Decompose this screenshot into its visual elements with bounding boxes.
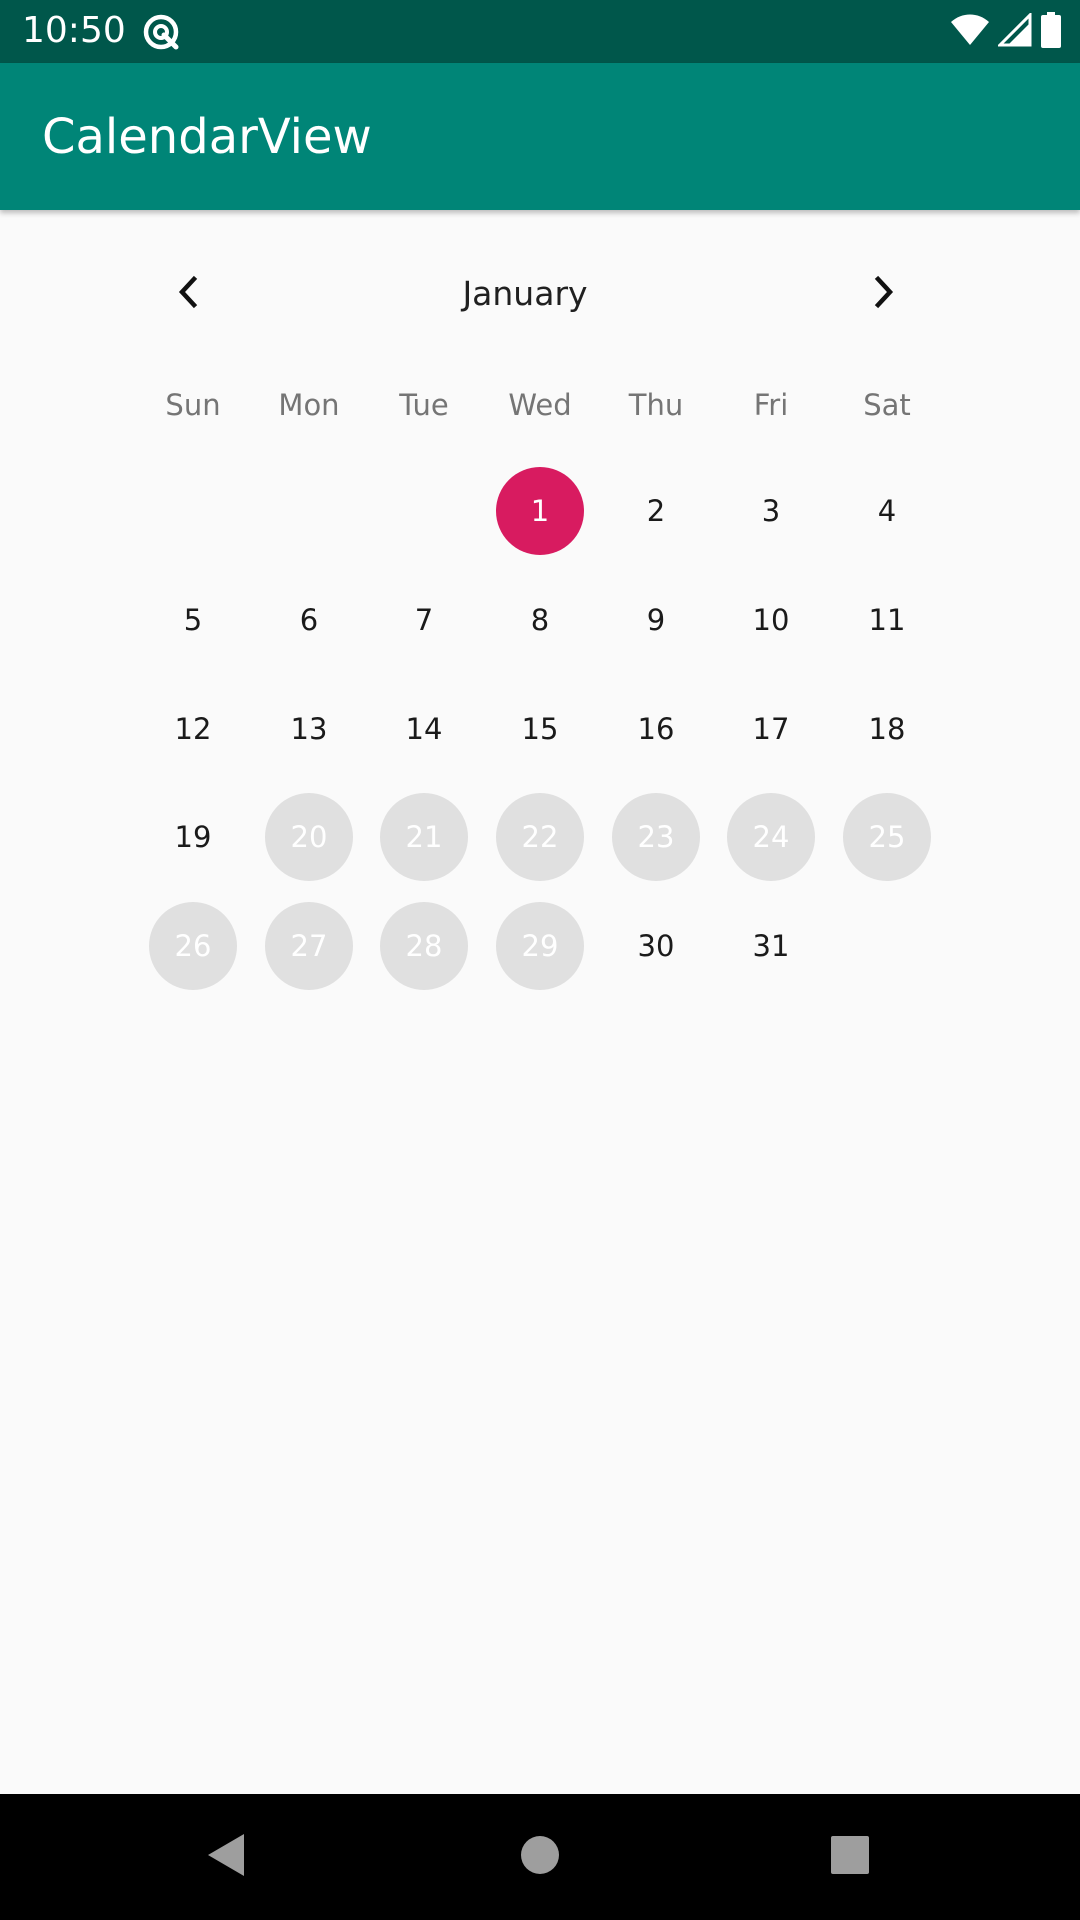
app-title: CalendarView [42,109,372,165]
weekday-label: Mon [278,388,340,422]
day-cell-disabled: 21 [380,793,468,881]
day-cell[interactable]: 15 [496,685,584,773]
day-cell[interactable]: 2 [612,467,700,555]
day-cell[interactable]: 17 [727,685,815,773]
status-icons [950,11,1062,52]
day-cell[interactable]: 6 [265,576,353,664]
day-cell-disabled: 29 [496,902,584,990]
cell-signal-icon [996,11,1032,51]
weekday-label: Fri [753,388,789,422]
weekday-header-row: Sun Mon Tue Wed Thu Fri Sat [0,375,1080,435]
day-cell[interactable]: 8 [496,576,584,664]
day-cell[interactable]: 4 [843,467,931,555]
day-cell[interactable]: 10 [727,576,815,664]
day-cell[interactable]: 7 [380,576,468,664]
weekday-label: Thu [628,388,684,422]
system-navigation-bar [0,1794,1080,1920]
status-time: 10:50 [22,10,126,51]
day-cell[interactable]: 16 [612,685,700,773]
recents-icon [830,1835,870,1879]
home-button[interactable] [510,1827,570,1887]
app-bar: CalendarView [0,63,1080,210]
day-cell[interactable]: 11 [843,576,931,664]
status-bar: 10:50 [0,0,1080,63]
day-cell[interactable]: 5 [149,576,237,664]
day-cell-selected[interactable]: 1 [496,467,584,555]
recents-button[interactable] [820,1827,880,1887]
chevron-right-icon [868,275,898,313]
home-icon [519,1834,561,1880]
day-cell-disabled: 20 [265,793,353,881]
battery-icon [1040,12,1062,52]
day-cell[interactable]: 14 [380,685,468,773]
next-month-button[interactable] [853,264,913,324]
weekday-label: Sun [165,388,221,422]
day-cell[interactable]: 19 [149,793,237,881]
back-button[interactable] [196,1827,256,1887]
day-cell[interactable]: 12 [149,685,237,773]
day-cell-disabled: 24 [727,793,815,881]
at-sign-notification-icon [141,12,181,52]
day-cell[interactable]: 31 [727,902,815,990]
wifi-icon [950,13,990,51]
chevron-left-icon [174,275,204,313]
month-header: January [0,264,1080,324]
day-cell[interactable]: 3 [727,467,815,555]
day-cell-disabled: 22 [496,793,584,881]
day-cell[interactable]: 9 [612,576,700,664]
back-icon [204,1831,248,1883]
month-label: January [462,274,588,313]
previous-month-button[interactable] [159,264,219,324]
weekday-label: Tue [399,388,449,422]
day-cell-disabled: 28 [380,902,468,990]
weekday-label: Sat [863,388,911,422]
day-cell-disabled: 27 [265,902,353,990]
day-cell-disabled: 26 [149,902,237,990]
day-cell[interactable]: 30 [612,902,700,990]
day-cell-disabled: 25 [843,793,931,881]
day-cell[interactable]: 13 [265,685,353,773]
day-cell[interactable]: 18 [843,685,931,773]
day-cell-disabled: 23 [612,793,700,881]
weekday-label: Wed [508,388,572,422]
